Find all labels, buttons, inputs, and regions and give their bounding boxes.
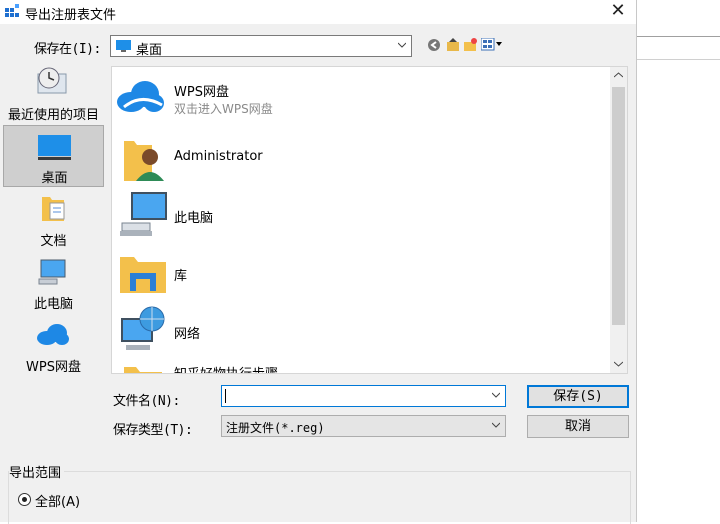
- folder-icon: [124, 367, 162, 373]
- library-folder-icon: [120, 257, 166, 293]
- chevron-down-icon: [492, 422, 500, 428]
- file-name: WPS网盘: [174, 85, 229, 100]
- place-label: 最近使用的项目: [7, 108, 99, 123]
- location-combo[interactable]: 桌面: [110, 35, 412, 58]
- recent-icon: [37, 67, 67, 94]
- list-item[interactable]: Administrator: [116, 129, 586, 187]
- cloud-icon: [37, 324, 69, 345]
- text-cursor: [225, 389, 226, 403]
- filetype-value: 注册文件(*.reg): [226, 421, 325, 435]
- file-list-scrollbar[interactable]: [610, 67, 627, 373]
- desktop-icon: [38, 135, 71, 160]
- file-name: 此电脑: [174, 211, 214, 226]
- view-menu-icon[interactable]: [481, 38, 503, 51]
- close-button[interactable]: ✕: [600, 0, 636, 24]
- scroll-up-icon[interactable]: [614, 72, 623, 78]
- place-wps-cloud[interactable]: WPS网盘: [3, 315, 104, 377]
- user-folder-icon: [124, 141, 164, 181]
- place-this-pc[interactable]: 此电脑: [3, 252, 104, 314]
- title-bar: 导出注册表文件 ✕: [0, 0, 636, 24]
- file-subtitle: 双击进入WPS网盘: [174, 102, 273, 116]
- file-name: 知乎好物执行步骤: [174, 363, 278, 373]
- list-item[interactable]: 网络: [116, 303, 586, 361]
- list-item[interactable]: 库: [116, 245, 586, 303]
- list-item[interactable]: 此电脑: [116, 187, 586, 245]
- network-icon: [121, 306, 165, 350]
- dialog-title: 导出注册表文件: [25, 8, 117, 23]
- new-folder-icon[interactable]: [463, 37, 477, 52]
- background-window: [637, 0, 720, 522]
- cloud-icon: [117, 81, 164, 112]
- export-all-label[interactable]: 全部(A): [35, 491, 80, 510]
- registry-editor-icon: [5, 4, 19, 17]
- place-documents[interactable]: 文档: [3, 189, 104, 251]
- location-value: 桌面: [136, 43, 163, 58]
- list-item[interactable]: WPS网盘 双击进入WPS网盘: [116, 71, 586, 129]
- file-name: 库: [174, 269, 188, 284]
- export-all-radio[interactable]: [18, 493, 31, 506]
- place-label: 桌面: [41, 171, 68, 186]
- back-icon[interactable]: [427, 38, 441, 52]
- up-folder-icon[interactable]: [446, 37, 460, 52]
- computer-icon: [38, 259, 66, 285]
- filetype-label: 保存类型(T):: [113, 423, 193, 438]
- place-label: WPS网盘: [26, 360, 81, 375]
- filename-label: 文件名(N):: [113, 394, 180, 409]
- chevron-down-icon[interactable]: [492, 391, 500, 399]
- export-range-group: 导出范围: [0, 461, 636, 524]
- export-registry-dialog: 导出注册表文件 ✕ 保存在(I): 桌面 最近使用的项目 桌面 文档 此电脑 W…: [0, 0, 637, 524]
- scroll-down-icon[interactable]: [614, 361, 623, 367]
- desktop-icon: [116, 40, 131, 52]
- filetype-select[interactable]: 注册文件(*.reg): [221, 415, 506, 437]
- file-name: Administrator: [174, 149, 263, 164]
- export-range-label: 导出范围: [9, 462, 65, 481]
- computer-icon: [120, 192, 167, 236]
- place-label: 此电脑: [33, 297, 73, 312]
- radio-dot: [22, 497, 27, 502]
- place-recent[interactable]: 最近使用的项目: [3, 62, 104, 124]
- filename-input[interactable]: [221, 385, 506, 407]
- file-name: 网络: [174, 327, 201, 342]
- background-field: [637, 36, 720, 60]
- list-item[interactable]: 知乎好物执行步骤: [116, 361, 586, 373]
- save-in-label: 保存在(I):: [34, 42, 101, 57]
- chevron-down-icon: [398, 42, 406, 48]
- places-bar: 最近使用的项目 桌面 文档 此电脑 WPS网盘: [3, 62, 104, 382]
- save-button[interactable]: 保存(S): [527, 385, 629, 408]
- close-icon: ✕: [610, 0, 626, 21]
- documents-icon: [42, 197, 65, 221]
- export-range-frame: [8, 471, 631, 524]
- cancel-button[interactable]: 取消: [527, 415, 629, 438]
- scroll-thumb[interactable]: [612, 87, 625, 325]
- place-label: 文档: [40, 234, 67, 249]
- place-desktop[interactable]: 桌面: [3, 125, 104, 187]
- file-list[interactable]: WPS网盘 双击进入WPS网盘 Administrator 此电脑 库 网络 知…: [111, 66, 628, 374]
